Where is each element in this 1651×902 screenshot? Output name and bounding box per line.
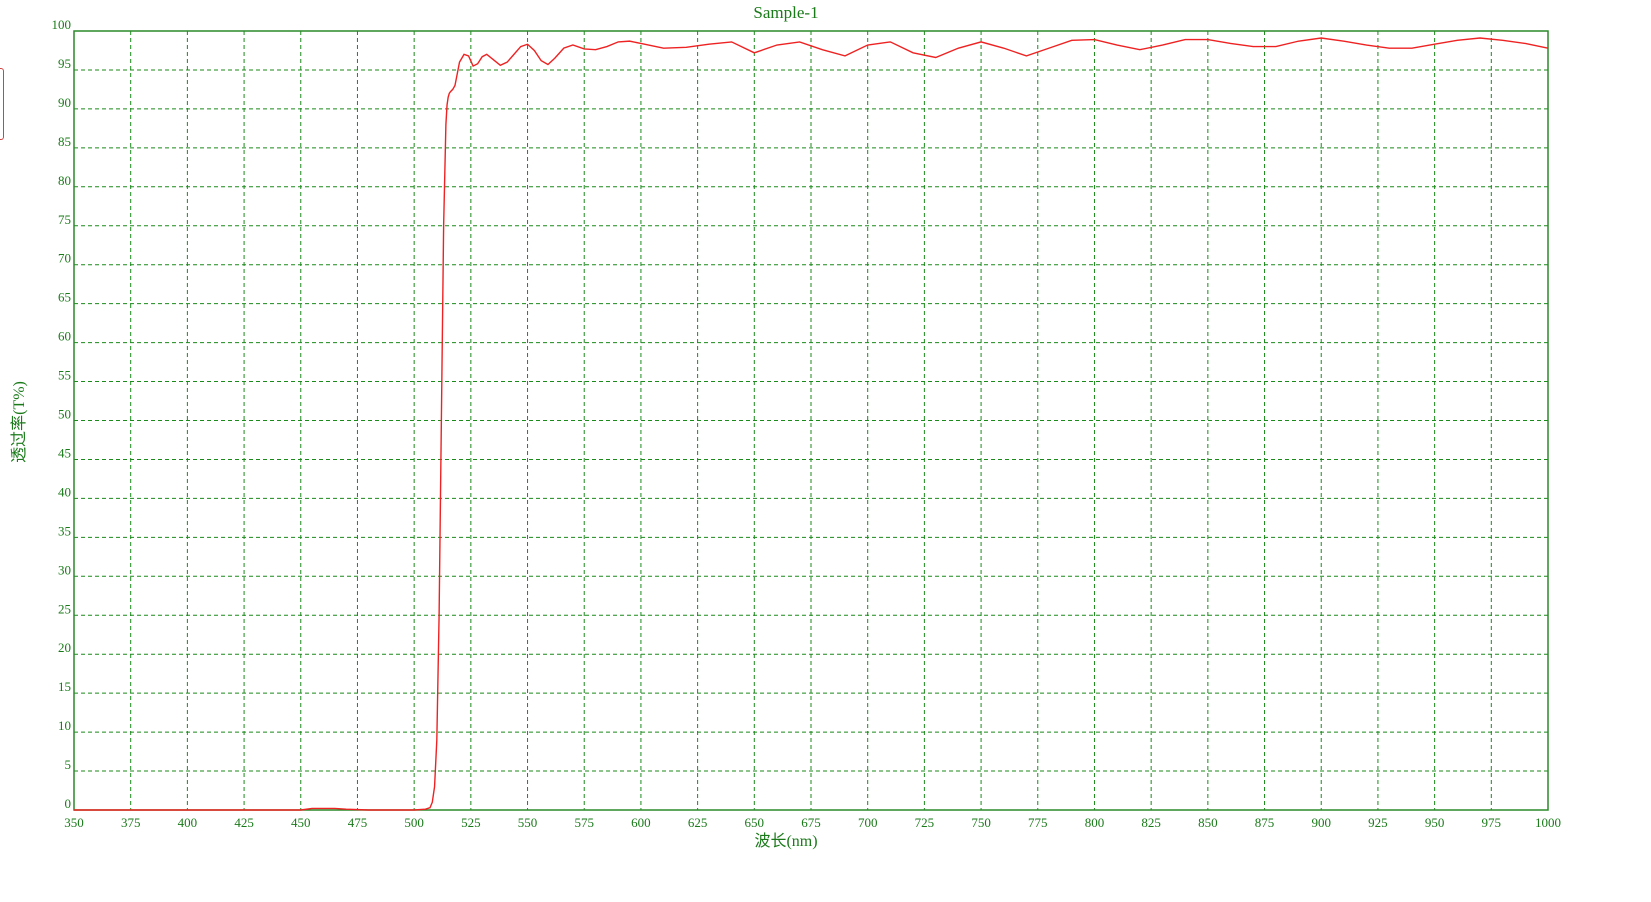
- y-tick-label: 15: [58, 679, 71, 694]
- y-tick-label: 60: [58, 329, 71, 344]
- x-tick-label: 975: [1482, 815, 1502, 830]
- x-tick-label: 475: [348, 815, 368, 830]
- x-tick-label: 850: [1198, 815, 1218, 830]
- x-tick-label: 550: [518, 815, 538, 830]
- x-tick-label: 600: [631, 815, 651, 830]
- y-tick-label: 90: [58, 95, 71, 110]
- x-tick-label: 825: [1141, 815, 1161, 830]
- y-tick-label: 75: [58, 212, 71, 227]
- y-tick-label: 35: [58, 523, 71, 538]
- y-axis-label: 透过率(T%): [10, 381, 28, 463]
- y-tick-label: 20: [58, 640, 71, 655]
- x-tick-label: 650: [745, 815, 765, 830]
- x-tick-label: 700: [858, 815, 878, 830]
- y-tick-label: 95: [58, 56, 71, 71]
- y-axis: 0 5 10 15 20 25 30 35 40 45 50 55 60 65 70 75 80 85 90 95 10…: [52, 17, 72, 811]
- y-tick-label: 50: [58, 407, 71, 422]
- y-tick-label: 25: [58, 601, 71, 616]
- y-tick-label: 55: [58, 368, 71, 383]
- x-tick-label: 750: [971, 815, 991, 830]
- y-tick-label: 10: [58, 718, 71, 733]
- x-tick-label: 425: [234, 815, 254, 830]
- x-tick-label: 400: [178, 815, 198, 830]
- y-tick-label: 85: [58, 134, 71, 149]
- y-tick-label: 5: [65, 757, 72, 772]
- x-tick-label: 800: [1085, 815, 1105, 830]
- x-tick-label: 500: [404, 815, 424, 830]
- y-tick-label: 30: [58, 562, 71, 577]
- x-tick-label: 625: [688, 815, 708, 830]
- x-axis: 350 375 400 425 450 475 500 525 550 575 600 625 650 6…: [64, 815, 1561, 830]
- y-tick-label: 45: [58, 445, 71, 460]
- y-tick-label: 65: [58, 290, 71, 305]
- y-tick-label: 80: [58, 173, 71, 188]
- x-tick-label: 875: [1255, 815, 1275, 830]
- x-axis-label: 波长(nm): [754, 832, 817, 850]
- x-tick-label: 525: [461, 815, 481, 830]
- x-tick-label: 575: [574, 815, 594, 830]
- chart-title: Sample-1: [753, 3, 818, 22]
- x-tick-label: 375: [121, 815, 141, 830]
- x-tick-label: 900: [1311, 815, 1331, 830]
- x-tick-label: 950: [1425, 815, 1445, 830]
- x-tick-label: 925: [1368, 815, 1388, 830]
- x-tick-label: 350: [64, 815, 84, 830]
- x-tick-label: 450: [291, 815, 311, 830]
- y-tick-label: 0: [65, 796, 72, 811]
- x-tick-label: 1000: [1535, 815, 1561, 830]
- transmittance-chart: Sample-1 350 375 400 425 450 475 500 525 550 575 6…: [10, 3, 1561, 850]
- x-tick-label: 675: [801, 815, 821, 830]
- y-tick-label: 100: [52, 17, 72, 32]
- grid-layer: [74, 31, 1548, 810]
- x-tick-label: 725: [915, 815, 935, 830]
- y-tick-label: 70: [58, 251, 71, 266]
- x-tick-label: 775: [1028, 815, 1048, 830]
- y-tick-label: 40: [58, 484, 71, 499]
